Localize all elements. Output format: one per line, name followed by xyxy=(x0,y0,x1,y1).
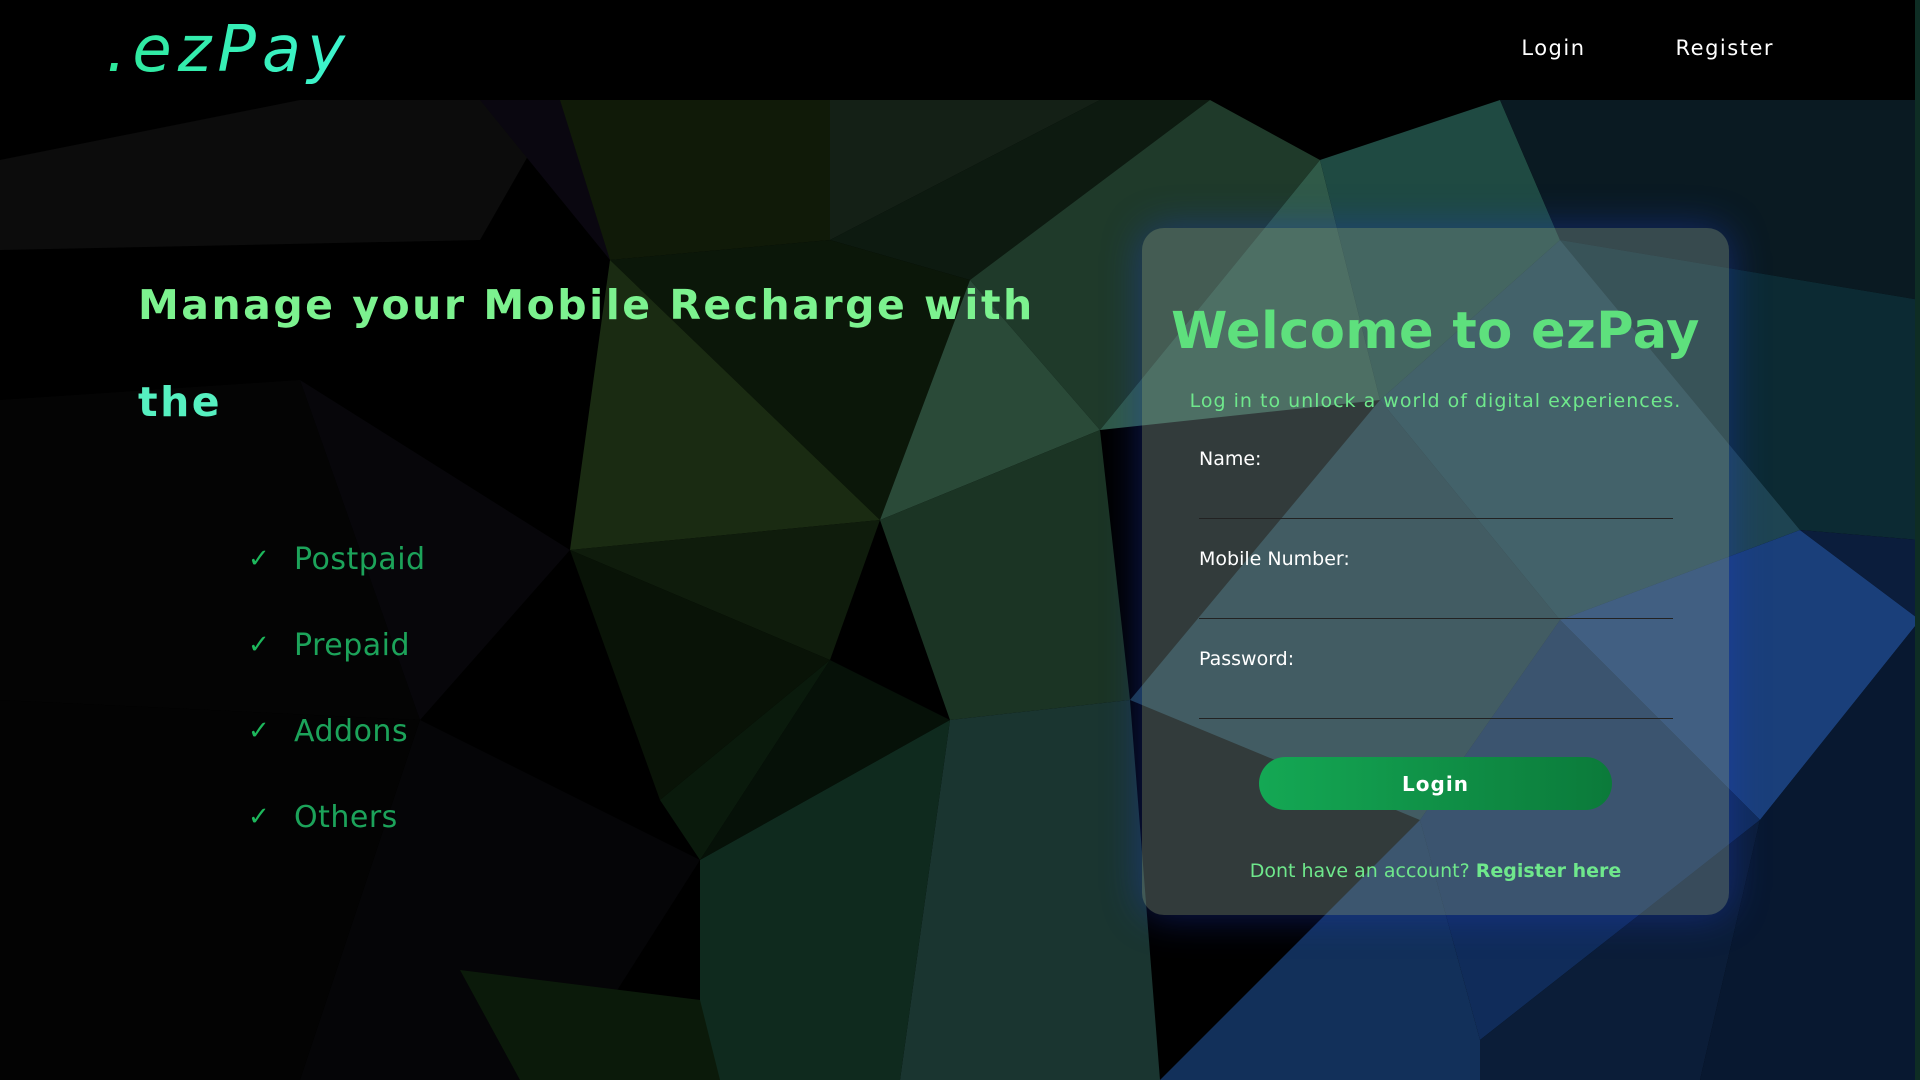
register-prompt-text: Dont have an account? xyxy=(1249,860,1470,882)
scrollbar-edge xyxy=(1915,0,1920,1080)
mobile-number-label: Mobile Number: xyxy=(1199,548,1350,570)
check-icon: ✓ xyxy=(248,716,270,746)
login-card: Welcome to ezPay Log in to unlock a worl… xyxy=(1142,228,1729,915)
password-label: Password: xyxy=(1199,648,1295,670)
login-button[interactable]: Login xyxy=(1259,757,1612,810)
nav-login-link[interactable]: Login xyxy=(1521,36,1585,60)
nav-register-link[interactable]: Register xyxy=(1676,36,1774,60)
login-subtitle: Log in to unlock a world of digital expe… xyxy=(1189,390,1682,412)
hero-headline: Manage your Mobile Recharge with xyxy=(138,281,1035,329)
register-here-link[interactable]: Register here xyxy=(1476,860,1622,882)
check-icon: ✓ xyxy=(248,802,270,832)
nav-links: Login Register xyxy=(1521,36,1774,60)
feature-list: ✓ Postpaid ✓ Prepaid ✓ Addons ✓ Others xyxy=(248,516,426,860)
name-input[interactable] xyxy=(1199,478,1673,519)
brand-logo[interactable]: .ezPay xyxy=(106,10,351,90)
feature-label: Addons xyxy=(294,713,409,749)
name-label: Name: xyxy=(1199,448,1262,470)
login-title: Welcome to ezPay xyxy=(1171,302,1700,361)
name-field-group: Name: xyxy=(1199,448,1673,519)
feature-item: ✓ Postpaid xyxy=(248,516,426,602)
feature-item: ✓ Prepaid xyxy=(248,602,426,688)
feature-label: Prepaid xyxy=(294,627,410,663)
mobile-field-group: Mobile Number: xyxy=(1199,548,1673,619)
password-input[interactable] xyxy=(1199,678,1673,719)
check-icon: ✓ xyxy=(248,630,270,660)
check-icon: ✓ xyxy=(248,544,270,574)
hero-section: Manage your Mobile Recharge with the e xyxy=(138,270,1035,464)
top-nav-bar: .ezPay Login Register xyxy=(0,0,1920,100)
page: .ezPay Login Register Manage your Mobile… xyxy=(0,0,1920,1080)
register-prompt: Dont have an account? Register here xyxy=(1142,860,1729,882)
mobile-number-input[interactable] xyxy=(1199,578,1673,619)
password-field-group: Password: xyxy=(1199,648,1673,719)
feature-item: ✓ Others xyxy=(248,774,426,860)
hero-headline-typing: the e xyxy=(138,378,233,426)
feature-label: Others xyxy=(294,799,398,835)
feature-item: ✓ Addons xyxy=(248,688,426,774)
feature-label: Postpaid xyxy=(294,541,426,577)
